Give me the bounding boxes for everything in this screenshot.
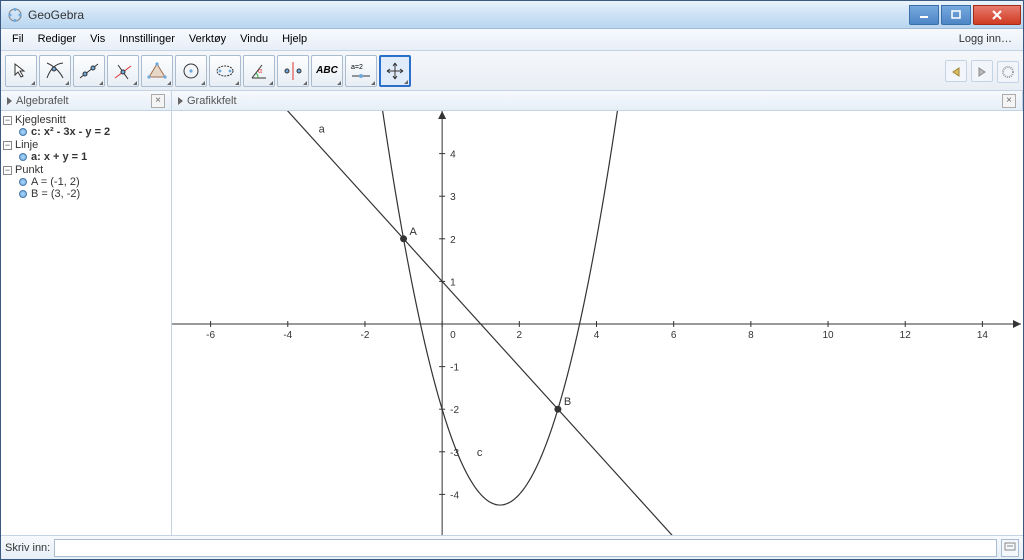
algebra-item-a[interactable]: a: x + y = 1 [3, 151, 169, 163]
graphics-close-button[interactable]: × [1002, 94, 1016, 108]
svg-text:α: α [258, 68, 262, 75]
collapse-icon[interactable] [178, 97, 183, 105]
svg-text:0: 0 [450, 330, 456, 341]
coordinate-plot[interactable]: -6-4-22468101214-4-3-2-112340acAB [172, 111, 1021, 535]
svg-text:-2: -2 [450, 405, 459, 416]
menu-help[interactable]: Hjelp [275, 29, 314, 50]
visibility-dot-icon[interactable] [19, 128, 27, 136]
svg-text:-1: -1 [450, 363, 459, 374]
svg-text:10: 10 [822, 330, 834, 341]
svg-text:-2: -2 [361, 330, 370, 341]
menu-window[interactable]: Vindu [233, 29, 275, 50]
category-line[interactable]: −Linje [3, 139, 169, 151]
algebra-panel-title: Algebrafelt [16, 95, 147, 107]
collapse-icon[interactable] [7, 97, 12, 105]
graphics-panel-title: Grafikkfelt [187, 95, 998, 107]
svg-text:6: 6 [671, 330, 677, 341]
svg-text:8: 8 [748, 330, 754, 341]
window-title: GeoGebra [28, 8, 909, 22]
app-window: GeoGebra Fil Rediger Vis Innstillinger V… [0, 0, 1024, 560]
svg-text:B: B [564, 396, 571, 408]
maximize-button[interactable] [941, 5, 971, 25]
input-bar: Skriv inn: [1, 535, 1023, 559]
close-button[interactable] [973, 5, 1021, 25]
window-buttons [909, 5, 1023, 25]
svg-text:4: 4 [450, 150, 456, 161]
tool-move-graphics[interactable] [379, 55, 411, 87]
tool-intersect[interactable] [39, 55, 71, 87]
menu-edit[interactable]: Rediger [31, 29, 84, 50]
algebra-close-button[interactable]: × [151, 94, 165, 108]
svg-text:A: A [410, 226, 418, 238]
algebra-item-B[interactable]: B = (3, -2) [3, 188, 169, 200]
algebra-item-A[interactable]: A = (-1, 2) [3, 176, 169, 188]
svg-text:a=2: a=2 [351, 64, 363, 71]
svg-text:-6: -6 [206, 330, 215, 341]
svg-text:a: a [319, 123, 326, 135]
svg-text:2: 2 [450, 235, 456, 246]
menu-bar: Fil Rediger Vis Innstillinger Verktøy Vi… [1, 29, 1023, 51]
tool-point[interactable] [73, 55, 105, 87]
svg-text:c: c [477, 447, 483, 459]
tool-circle[interactable] [175, 55, 207, 87]
category-point[interactable]: −Punkt [3, 164, 169, 176]
main-area: −Kjeglesnitt c: x² - 3x - y = 2 −Linje a… [1, 111, 1023, 535]
tool-reflect[interactable] [277, 55, 309, 87]
undo-button[interactable] [945, 60, 967, 82]
input-help-button[interactable] [1001, 539, 1019, 557]
title-bar[interactable]: GeoGebra [1, 1, 1023, 29]
tool-slider[interactable]: a=2 [345, 55, 377, 87]
properties-button[interactable] [997, 61, 1019, 83]
visibility-dot-icon[interactable] [19, 153, 27, 161]
graphics-panel[interactable]: -6-4-22468101214-4-3-2-112340acAB [172, 111, 1023, 535]
svg-text:-4: -4 [283, 330, 292, 341]
svg-text:14: 14 [977, 330, 989, 341]
category-conic[interactable]: −Kjeglesnitt [3, 114, 169, 126]
toolbar: α ABC a=2 [1, 51, 1023, 91]
svg-text:2: 2 [517, 330, 523, 341]
menu-options[interactable]: Innstillinger [112, 29, 182, 50]
graphics-panel-header[interactable]: Grafikkfelt × [172, 91, 1023, 110]
menu-view[interactable]: Vis [83, 29, 112, 50]
tool-ellipse[interactable] [209, 55, 241, 87]
svg-text:4: 4 [594, 330, 600, 341]
menu-tools[interactable]: Verktøy [182, 29, 233, 50]
minimize-button[interactable] [909, 5, 939, 25]
tool-perpendicular[interactable] [107, 55, 139, 87]
tool-move[interactable] [5, 55, 37, 87]
svg-text:3: 3 [450, 192, 456, 203]
algebra-item-c[interactable]: c: x² - 3x - y = 2 [3, 126, 169, 138]
algebra-panel[interactable]: −Kjeglesnitt c: x² - 3x - y = 2 −Linje a… [1, 111, 172, 535]
tool-angle[interactable]: α [243, 55, 275, 87]
app-logo-icon [7, 7, 23, 23]
menu-file[interactable]: Fil [5, 29, 31, 50]
tool-text[interactable]: ABC [311, 55, 343, 87]
login-link[interactable]: Logg inn… [952, 29, 1019, 50]
tool-polygon[interactable] [141, 55, 173, 87]
svg-text:1: 1 [450, 277, 456, 288]
command-input[interactable] [54, 539, 997, 557]
visibility-dot-icon[interactable] [19, 178, 27, 186]
svg-text:12: 12 [900, 330, 912, 341]
algebra-panel-header[interactable]: Algebrafelt × [1, 91, 172, 110]
redo-button[interactable] [971, 60, 993, 82]
visibility-dot-icon[interactable] [19, 190, 27, 198]
input-label: Skriv inn: [5, 542, 50, 554]
svg-text:-4: -4 [450, 490, 459, 501]
panel-header-bar: Algebrafelt × Grafikkfelt × [1, 91, 1023, 111]
